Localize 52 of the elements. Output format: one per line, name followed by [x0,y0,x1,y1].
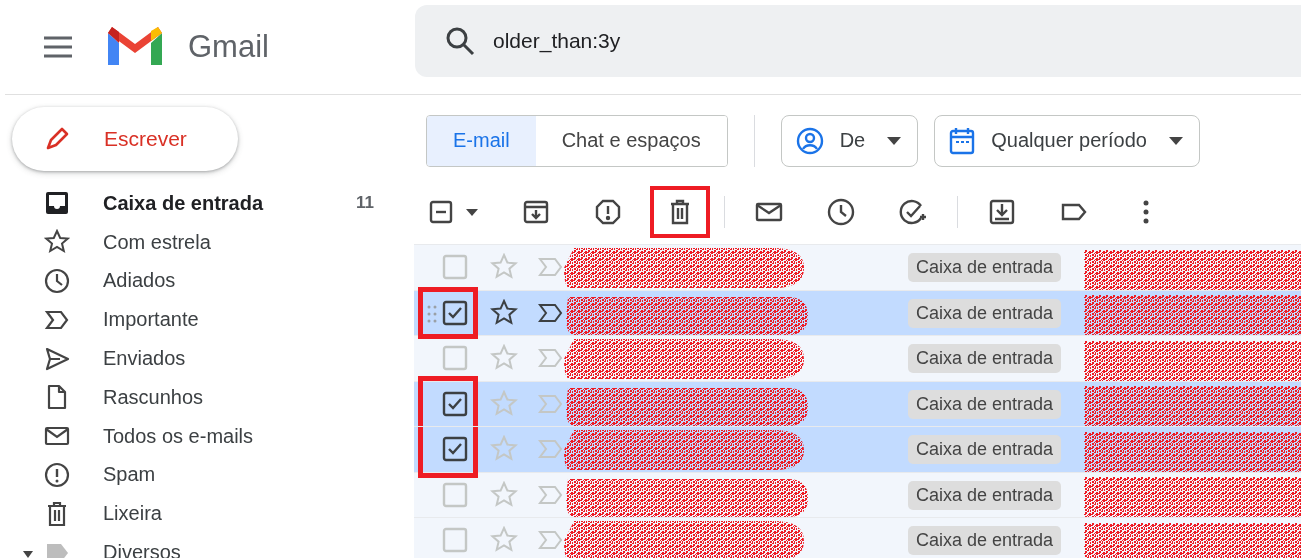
drag-handle-icon[interactable] [427,303,437,324]
pencil-icon [44,126,70,152]
caret-icon[interactable] [22,549,34,558]
menu-icon[interactable] [43,36,73,58]
sidebar-item[interactable]: Spam [0,455,414,495]
clock-icon[interactable] [827,198,855,226]
app-name: Gmail [188,29,269,65]
checkbox[interactable] [442,436,468,462]
person-icon [795,126,824,155]
sidebar-item[interactable]: Adiados [0,261,414,301]
sidebar-item[interactable]: Importante [0,300,414,340]
archive-icon[interactable] [522,198,550,226]
importance-icon[interactable] [538,301,564,324]
label-tag: Caixa de entrada [908,344,1062,373]
filter-dropdown[interactable]: De [780,114,919,167]
spam-icon[interactable] [594,198,622,226]
label-tag: Caixa de entrada [908,435,1062,464]
star-icon[interactable] [490,344,518,372]
send-icon [44,345,70,372]
label-tag: Caixa de entrada [908,526,1062,555]
tab[interactable]: E-mail [427,115,536,166]
label-tag: Caixa de entrada [908,480,1062,510]
star-icon [44,229,70,256]
sidebar-item[interactable]: Com estrela [0,222,414,262]
star-icon[interactable] [490,435,518,463]
compose-button[interactable]: Escrever [12,107,238,171]
star-icon[interactable] [490,298,518,327]
label-tag: Caixa de entrada [908,298,1062,328]
star-icon[interactable] [490,526,518,554]
clock-icon [44,268,70,294]
move-to-icon[interactable] [988,198,1016,226]
star-icon[interactable] [490,480,518,509]
caret-icon [887,136,902,145]
sidebar-item[interactable]: Enviados [0,339,414,378]
sidebar-item[interactable]: Lixeira [0,494,414,534]
checkbox[interactable] [442,390,468,417]
spam-icon [44,461,70,488]
sidebar-item[interactable]: Todos os e-mails [0,416,414,456]
sidebar-item[interactable]: Rascunhos [0,378,414,417]
checkbox[interactable] [442,299,468,326]
filter-dropdown[interactable]: Qualquer período [934,114,1200,167]
label-tag: Caixa de entrada [908,389,1062,419]
label-tag: Caixa de entrada [908,253,1062,282]
caret-icon [1168,136,1183,145]
search-field[interactable]: older_than:3y [491,28,895,54]
calendar-icon [949,126,976,155]
star-icon[interactable] [490,389,518,418]
inbox-icon [44,190,70,217]
star-icon[interactable] [490,253,518,281]
search-icon[interactable] [445,26,475,56]
sidebar-item[interactable]: Caixa de entrada 11 [0,184,414,223]
add-task-icon[interactable] [899,198,927,226]
